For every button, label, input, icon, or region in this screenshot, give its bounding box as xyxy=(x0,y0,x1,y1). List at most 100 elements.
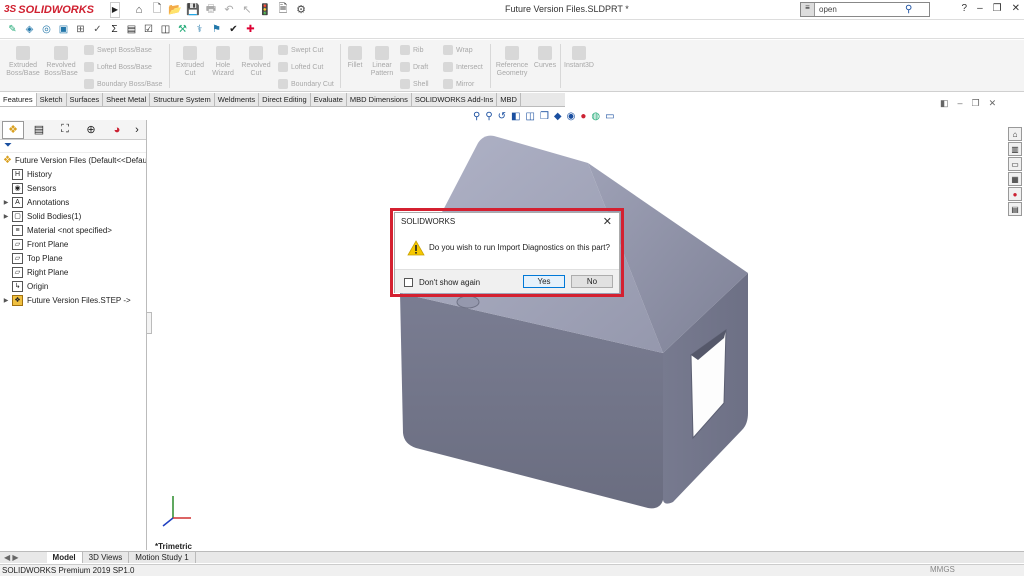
edit-appearance-icon[interactable]: ● xyxy=(580,111,586,122)
boundary-boss-button[interactable]: Boundary Boss/Base xyxy=(84,79,162,89)
expand-arrow-icon[interactable]: ▶ xyxy=(0,297,12,304)
close-icon[interactable]: ✕ xyxy=(1012,3,1020,14)
tab-direct-editing[interactable]: Direct Editing xyxy=(259,93,311,106)
yes-button[interactable]: Yes xyxy=(523,275,565,288)
viewport-maximize-icon[interactable]: ❐ xyxy=(972,98,980,109)
previous-view-icon[interactable]: ↺ xyxy=(498,111,506,122)
sketch-tool-icon[interactable]: ✎ xyxy=(6,23,19,36)
linear-pattern-button[interactable]: Linear Pattern xyxy=(368,46,396,78)
revolved-cut-button[interactable]: Revolved Cut xyxy=(240,46,272,78)
view-settings-icon[interactable]: ▭ xyxy=(605,111,614,122)
panel-collapse-handle[interactable] xyxy=(146,312,152,334)
summation-icon[interactable]: Σ xyxy=(108,23,121,36)
hole-wizard-button[interactable]: Hole Wizard xyxy=(208,46,238,78)
tree-item-solid-bodies[interactable]: ▶ ▢ Solid Bodies(1) xyxy=(0,209,146,223)
section-view-icon[interactable]: ⊞ xyxy=(74,23,87,36)
rib-button[interactable]: Rib xyxy=(400,45,424,55)
panel-expand-icon[interactable]: › xyxy=(132,121,142,139)
viewport-restore-icon[interactable]: ◧ xyxy=(940,98,949,109)
tree-root-part[interactable]: ❖ Future Version Files (Default<<Default xyxy=(0,153,146,167)
extruded-boss-button[interactable]: Extruded Boss/Base xyxy=(6,46,40,78)
expand-arrow-icon[interactable]: ▶ xyxy=(0,213,12,220)
intersect-button[interactable]: Intersect xyxy=(443,62,483,72)
check-icon[interactable]: ✓ xyxy=(91,23,104,36)
tab-scroll-icon[interactable]: ◀ ▶ xyxy=(0,553,23,562)
expand-arrow-icon[interactable]: ▶ xyxy=(0,199,12,206)
file-explorer-icon[interactable]: ▭ xyxy=(1008,157,1022,171)
search-input[interactable] xyxy=(815,5,905,14)
unit-system[interactable]: MMGS xyxy=(930,565,955,574)
search-box[interactable]: ≡ ⚲ xyxy=(800,2,930,17)
tab-sketch[interactable]: Sketch xyxy=(37,93,67,106)
zoom-to-fit-icon[interactable]: ⚲ xyxy=(473,111,480,122)
view-orientation-icon[interactable]: ❒ xyxy=(540,111,549,122)
tab-evaluate[interactable]: Evaluate xyxy=(311,93,347,106)
layers-icon[interactable]: ◫ xyxy=(159,23,172,36)
design-checker-icon[interactable]: ☑ xyxy=(142,23,155,36)
tab-structure-system[interactable]: Structure System xyxy=(150,93,215,106)
propertymanager-icon[interactable]: ▤ xyxy=(28,121,50,139)
open-folder-icon[interactable]: 📂 xyxy=(168,3,182,17)
swept-boss-button[interactable]: Swept Boss/Base xyxy=(84,45,152,55)
search-icon[interactable]: ⚲ xyxy=(905,4,912,15)
tree-item-annotations[interactable]: ▶ A Annotations xyxy=(0,195,146,209)
undo-icon[interactable]: ↶ xyxy=(222,3,236,17)
no-button[interactable]: No xyxy=(571,275,613,288)
smart-dimension-icon[interactable]: ◈ xyxy=(23,23,36,36)
tree-item-origin[interactable]: ↳ Origin xyxy=(0,279,146,293)
reference-geometry-button[interactable]: Reference Geometry xyxy=(494,46,530,78)
dont-show-again-checkbox[interactable] xyxy=(404,278,413,287)
import-diagnostics-icon[interactable]: ⚕ xyxy=(193,23,206,36)
home-icon[interactable]: ⌂ xyxy=(132,3,146,17)
revolved-boss-button[interactable]: Revolved Boss/Base xyxy=(44,46,78,78)
restore-icon[interactable]: ❐ xyxy=(993,3,1002,14)
tree-item-front-plane[interactable]: ▱ Front Plane xyxy=(0,237,146,251)
feature-works-icon[interactable]: ⚑ xyxy=(210,23,223,36)
measure-icon[interactable]: ◎ xyxy=(40,23,53,36)
print-icon[interactable]: 🖶 xyxy=(204,3,218,17)
tree-filter-icon[interactable]: ⏷ xyxy=(0,140,146,153)
tools-icon[interactable]: ⚒ xyxy=(176,23,189,36)
tab-surfaces[interactable]: Surfaces xyxy=(67,93,104,106)
save-icon[interactable]: 💾 xyxy=(186,3,200,17)
viewport-minimize-icon[interactable]: – xyxy=(958,98,963,109)
tree-item-material[interactable]: ≡ Material <not specified> xyxy=(0,223,146,237)
mass-properties-icon[interactable]: ▣ xyxy=(57,23,70,36)
dimxpertmanager-icon[interactable]: ⊕ xyxy=(80,121,102,139)
tab-solidworks-addins[interactable]: SOLIDWORKS Add-Ins xyxy=(412,93,498,106)
viewport-close-icon[interactable]: ✕ xyxy=(989,98,997,109)
new-document-icon[interactable]: 🗋 xyxy=(150,3,164,17)
equations-icon[interactable]: ▤ xyxy=(125,23,138,36)
zoom-to-area-icon[interactable]: ⚲ xyxy=(485,111,492,122)
tab-weldments[interactable]: Weldments xyxy=(215,93,260,106)
options-gear-icon[interactable]: ⚙ xyxy=(294,3,308,17)
tree-item-sensors[interactable]: ◉ Sensors xyxy=(0,181,146,195)
tab-3d-views[interactable]: 3D Views xyxy=(83,552,130,563)
select-icon[interactable]: ↖ xyxy=(240,3,254,17)
appearances-icon[interactable]: ● xyxy=(1008,187,1022,201)
boundary-cut-button[interactable]: Boundary Cut xyxy=(278,79,334,89)
extruded-cut-button[interactable]: Extruded Cut xyxy=(174,46,206,78)
tab-model[interactable]: Model xyxy=(46,552,83,563)
lofted-cut-button[interactable]: Lofted Cut xyxy=(278,62,323,72)
minimize-icon[interactable]: – xyxy=(977,3,983,14)
tab-features[interactable]: Features xyxy=(0,93,37,106)
tab-mbd-dimensions[interactable]: MBD Dimensions xyxy=(347,93,412,106)
view-palette-icon[interactable]: ▦ xyxy=(1008,172,1022,186)
configurationmanager-icon[interactable]: ⛶ xyxy=(54,121,76,139)
file-properties-icon[interactable]: 🗎 xyxy=(276,3,290,17)
fillet-button[interactable]: Fillet xyxy=(344,46,366,70)
tab-sheet-metal[interactable]: Sheet Metal xyxy=(103,93,151,106)
solidworks-resources-icon[interactable]: ⌂ xyxy=(1008,127,1022,141)
rebuild-toolbar-icon[interactable]: ✚ xyxy=(244,23,257,36)
tab-mbd[interactable]: MBD xyxy=(497,93,521,106)
tab-motion-study[interactable]: Motion Study 1 xyxy=(129,552,196,563)
custom-properties-icon[interactable]: ▤ xyxy=(1008,202,1022,216)
tree-item-history[interactable]: H History xyxy=(0,167,146,181)
rebuild-icon[interactable]: 🚦 xyxy=(258,3,272,17)
verification-icon[interactable]: ✔ xyxy=(227,23,240,36)
tree-item-top-plane[interactable]: ▱ Top Plane xyxy=(0,251,146,265)
featuremanager-tree-icon[interactable]: ❖ xyxy=(2,120,24,139)
shell-button[interactable]: Shell xyxy=(400,79,429,89)
lofted-boss-button[interactable]: Lofted Boss/Base xyxy=(84,62,152,72)
